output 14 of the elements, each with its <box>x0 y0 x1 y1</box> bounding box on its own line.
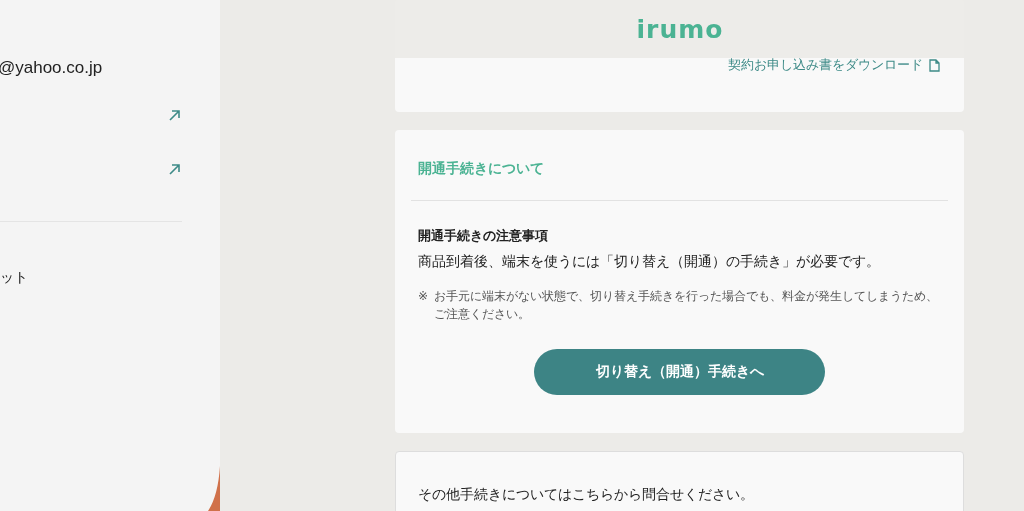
inquiry-text: その他手続きについてはこちらから問合せください。 <box>418 486 755 504</box>
download-link[interactable]: 契約お申し込み書をダウンロード <box>728 56 923 74</box>
note-text: お手元に端末がない状態で、切り替え手続きを行った場合でも、料金が発生してしまうため、ご注意ください。 <box>434 288 940 323</box>
note-mark: ※ <box>418 288 429 305</box>
logout-link[interactable]: ット <box>0 269 28 287</box>
activation-button[interactable]: 切り替え（開通）手続きへ <box>534 349 825 395</box>
notice-heading: 開通手続きの注意事項 <box>417 227 549 245</box>
external-link-icon[interactable] <box>169 164 180 175</box>
external-link-icon[interactable] <box>169 110 180 121</box>
document-icon <box>929 58 940 72</box>
notice-text: 商品到着後、端末を使うには「切り替え（開通）の手続き」が必要です。 <box>417 253 881 271</box>
logo[interactable]: irumo <box>636 14 724 44</box>
account-email: @yahoo.co.jp <box>0 58 104 78</box>
section-title: 開通手続きについて <box>417 160 545 178</box>
